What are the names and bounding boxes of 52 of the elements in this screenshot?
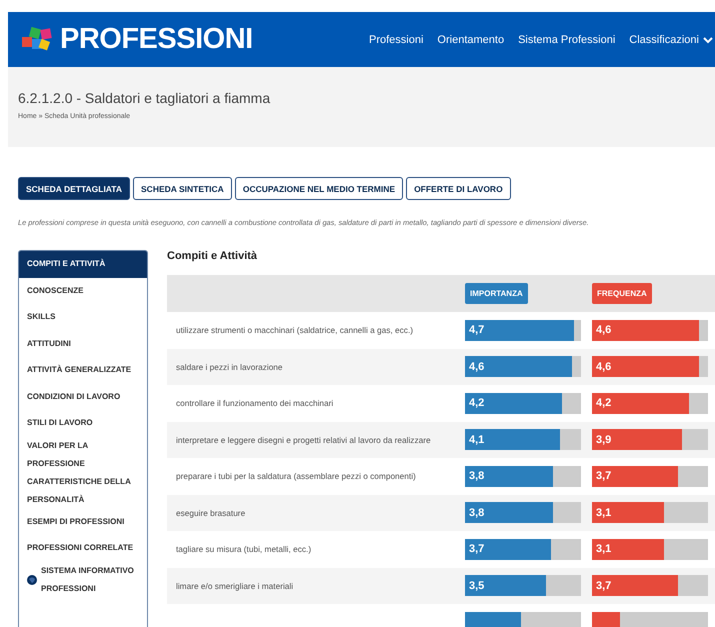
task-label: tagliare su misura (tubi, metalli, ecc.) (175, 544, 312, 554)
sidebar-item[interactable]: ATTITUDINI (19, 330, 147, 357)
logo-icon (20, 26, 54, 52)
task-label: interpretare e leggere disegni e progetti relativi al lavoro da realizzare (175, 434, 432, 445)
task-label: saldare i pezzi in lavorazione (175, 362, 284, 372)
task-label: utilizzare strumenti o macchinari (saldatrice, cannelli a gas, ecc.) (175, 325, 414, 336)
nav-link[interactable]: Orientamento (437, 34, 504, 46)
task-label: eseguire brasature (175, 508, 246, 518)
score-value: 4,6 (468, 360, 484, 373)
sidebar-item[interactable]: ESEMPI DI PROFESSIONI (19, 508, 147, 535)
page-title: 6.2.1.2.0 - Saldatori e tagliatori a fiamma (18, 90, 272, 106)
section-title: Compiti e Attività (167, 250, 258, 262)
sidebar-item[interactable]: SISTEMA INFORMATIVO PROFESSIONI (19, 562, 147, 598)
sidebar-item[interactable]: STILI DI LAVORO (19, 410, 147, 436)
sidebar-item[interactable]: COMPITI E ATTIVITÀ (19, 251, 147, 278)
sidebar-item[interactable]: CONOSCENZE (19, 278, 147, 304)
task-label: preparare i tubi per la saldatura (assemblare pezzi o componenti) (175, 471, 417, 482)
score-value: 3,7 (595, 580, 612, 592)
tab[interactable]: SCHEDA SINTETICA (133, 177, 232, 200)
score-value: 4,2 (468, 397, 484, 410)
chevron-down-icon (703, 36, 713, 44)
score-value: 4,6 (595, 360, 612, 373)
score-value: 3,1 (595, 506, 612, 519)
sidebar-item[interactable]: CARATTERISTICHE DELLA PERSONALITÀ (19, 472, 147, 508)
column-label: FREQUENZA (592, 283, 652, 304)
column-label: IMPORTANZA (465, 283, 528, 304)
score-value: 3,7 (595, 470, 612, 482)
score-value: 3,8 (468, 506, 484, 519)
score-value: 3,8 (468, 470, 484, 482)
score-value: 4,2 (595, 397, 612, 410)
site-logo[interactable]: PROFESSIONI (60, 23, 253, 56)
score-value: 3,5 (468, 580, 484, 592)
score-value: 4,7 (468, 324, 484, 336)
tab[interactable]: SCHEDA DETTAGLIATA (18, 177, 130, 200)
globe-icon (27, 574, 37, 584)
tab[interactable]: OCCUPAZIONE NEL MEDIO TERMINE (234, 177, 404, 200)
score-value: 3,9 (595, 434, 612, 446)
task-label: controllare il funzionamento dei macchinari (175, 398, 334, 408)
tab[interactable]: OFFERTE DI LAVORO (406, 177, 511, 200)
sidebar-item[interactable]: SKILLS (19, 304, 147, 330)
sidebar-item[interactable]: ATTIVITÀ GENERALIZZATE (19, 357, 147, 384)
nav-link[interactable]: Sistema Professioni (518, 34, 616, 46)
score-value: 4,1 (468, 434, 484, 446)
score-value: 4,6 (595, 324, 612, 336)
nav-link[interactable]: Classificazioni (629, 34, 713, 46)
nav-link[interactable]: Professioni (369, 34, 424, 46)
score-value: 3,1 (595, 543, 612, 556)
score-value: 3,7 (468, 543, 484, 556)
sidebar-item[interactable]: CONDIZIONI DI LAVORO (19, 384, 147, 410)
sidebar-item[interactable]: PROFESSIONI CORRELATE (19, 535, 147, 562)
task-label: limare e/o smerigliare i materiali (175, 580, 294, 591)
sidebar-item[interactable]: VALORI PER LA PROFESSIONE (19, 436, 147, 472)
